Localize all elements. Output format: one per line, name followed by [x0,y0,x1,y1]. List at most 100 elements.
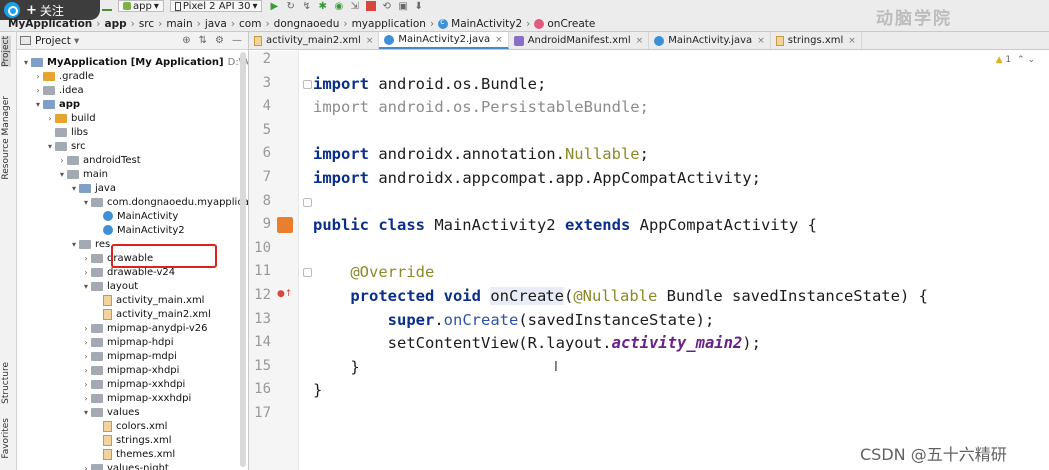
breadcrumb-item[interactable]: MainActivity2 [451,18,522,30]
close-icon[interactable]: × [848,36,856,46]
hammer-icon[interactable] [102,1,112,11]
project-view-selector[interactable]: Project [35,35,71,47]
tree-item[interactable]: activity_main2.xml [93,307,211,321]
close-icon[interactable]: × [495,35,503,45]
fold-marker-icon[interactable] [303,197,312,207]
favorites-tool-tab[interactable]: Favorites [1,418,11,459]
close-icon[interactable]: × [757,36,765,46]
tree-item[interactable]: › .gradle [33,69,94,83]
chevron-down-icon[interactable]: ▾ [69,184,79,193]
chevron-right-icon[interactable]: › [81,352,91,361]
fold-marker-icon[interactable] [303,79,312,89]
tree-item[interactable]: › values-night [81,461,169,470]
locate-icon[interactable]: ⊕ [182,35,190,46]
chevron-right-icon[interactable]: › [81,366,91,375]
tree-item[interactable]: strings.xml [93,433,172,447]
tree-item[interactable]: activity_main.xml [93,293,204,307]
breadcrumb-item[interactable]: myapplication [352,18,426,30]
chevron-down-icon[interactable]: ▾ [81,282,91,291]
tree-item[interactable]: ▾MyApplication [My Application]D:\Androi… [21,55,248,69]
chevron-right-icon[interactable]: › [81,338,91,347]
close-icon[interactable]: × [366,36,374,46]
tree-item[interactable]: MainActivity [93,209,178,223]
code-line[interactable]: } [313,356,359,378]
chevron-down-icon[interactable]: ▾ [21,58,31,67]
chevron-right-icon[interactable]: › [81,394,91,403]
code-line[interactable]: import android.os.PersistableBundle; [313,96,649,118]
tree-item[interactable]: ▾ app [33,97,80,111]
device-dropdown[interactable]: Pixel 2 API 30 ▾ [169,0,263,12]
close-icon[interactable]: × [636,36,644,46]
breadcrumb-item[interactable]: com [239,18,261,30]
avd-manager-icon[interactable]: ▣ [398,1,408,12]
tree-item[interactable]: ▾ layout [81,279,138,293]
tree-item[interactable]: › .idea [33,83,83,97]
activity-layout-icon[interactable] [277,217,293,234]
stop-icon[interactable] [366,1,377,11]
chevron-right-icon[interactable]: › [81,324,91,333]
code-line[interactable]: public class MainActivity2 extends AppCo… [313,214,817,236]
chevron-down-icon[interactable]: ▾ [45,142,55,151]
editor-tab[interactable]: MainActivity.java × [649,32,771,49]
breadcrumb-item[interactable]: dongnaoedu [274,18,340,30]
project-tool-tab[interactable]: Project [1,36,11,67]
tree-item[interactable]: › androidTest [57,153,140,167]
breadcrumb-item[interactable]: app [104,18,126,30]
tree-item[interactable]: ▾ values [81,405,140,419]
fold-marker-icon[interactable] [303,268,312,278]
inspection-widget[interactable]: ▲ 1 ⌃ ⌄ [996,55,1035,65]
chevron-down-icon[interactable]: ▾ [74,35,79,47]
chevron-down-icon[interactable]: ⌄ [1027,55,1035,65]
editor-tab[interactable]: strings.xml × [771,32,862,49]
code-line[interactable]: } [313,379,322,401]
tree-item[interactable]: › mipmap-mdpi [81,349,177,363]
tree-item[interactable]: MainActivity2 [93,223,185,237]
run-icon[interactable]: ▶ [270,1,280,12]
collapse-all-icon[interactable]: ⇅ [199,35,207,46]
tree-item[interactable]: ▾ com.dongnaoedu.myapplication [81,195,248,209]
tree-item[interactable]: › mipmap-xhdpi [81,363,179,377]
chevron-right-icon[interactable]: › [45,114,55,123]
profile-icon[interactable]: ◉ [334,1,344,12]
code-line[interactable]: import android.os.Bundle; [313,73,546,95]
tree-item[interactable]: › mipmap-xxhdpi [81,377,185,391]
code-line[interactable]: super.onCreate(savedInstanceState); [313,309,715,331]
attach-debugger-icon[interactable]: ⇲ [350,1,360,12]
tree-item[interactable]: colors.xml [93,419,167,433]
tree-item[interactable]: libs [45,125,88,139]
tree-item[interactable]: › mipmap-xxxhdpi [81,391,191,405]
chevron-right-icon[interactable]: › [81,464,91,470]
run-config-dropdown[interactable]: app ▾ [118,0,164,12]
tree-item[interactable]: ▾ res [69,237,110,251]
chevron-right-icon[interactable]: › [81,268,91,277]
resource-manager-tool-tab[interactable]: Resource Manager [1,96,11,180]
editor-tab[interactable]: MainActivity2.java × [379,32,509,49]
editor-tab[interactable]: AndroidManifest.xml × [509,32,650,49]
apply-changes-icon[interactable]: ↻ [286,1,296,12]
apply-code-changes-icon[interactable]: ↯ [302,1,312,12]
chevron-up-icon[interactable]: ⌃ [1017,55,1025,65]
breadcrumb-item[interactable]: src [139,18,154,30]
tree-item[interactable]: ▾ main [57,167,108,181]
chevron-down-icon[interactable]: ▾ [81,198,91,207]
breadcrumb-item[interactable]: MyApplication [8,18,92,30]
chevron-right-icon[interactable]: › [81,380,91,389]
structure-tool-tab[interactable]: Structure [1,362,11,404]
sdk-manager-icon[interactable]: ⬇ [414,1,424,12]
tree-item[interactable]: ▾ java [69,181,116,195]
chevron-right-icon[interactable]: › [81,254,91,263]
sync-icon[interactable]: ⟲ [382,1,392,12]
chevron-right-icon[interactable]: › [33,72,43,81]
code-line[interactable]: setContentView(R.layout.activity_main2); [313,332,761,354]
breadcrumb-item[interactable]: onCreate [547,18,595,30]
debug-icon[interactable]: ✱ [318,1,328,12]
tree-item[interactable]: ▾ src [45,139,86,153]
hide-icon[interactable]: — [232,35,242,46]
chevron-right-icon[interactable]: › [33,86,43,95]
tree-item[interactable]: themes.xml [93,447,175,461]
code-editor[interactable]: 2 3 4 5 6 7 8 9 10 11 12 13 14 15 16 17 ●↑ import androi… [249,51,1049,470]
editor-tab[interactable]: activity_main2.xml × [249,32,380,49]
breadcrumb-item[interactable]: main [166,18,192,30]
code-line[interactable]: @Override [313,261,434,283]
tree-item[interactable]: › build [45,111,95,125]
